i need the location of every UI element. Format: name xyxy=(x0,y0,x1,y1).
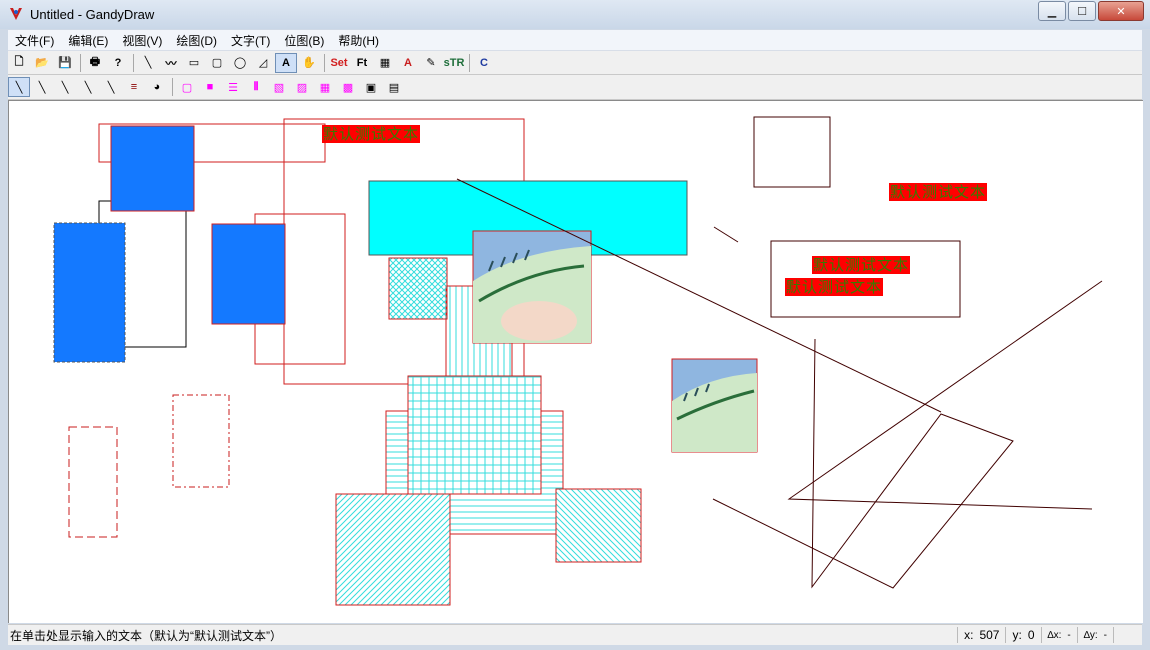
status-dy: ∆y: - xyxy=(1076,627,1113,643)
bitmap-fill-icon[interactable]: ▣ xyxy=(360,77,382,97)
title-bar: Untitled - GandyDraw ▁ ☐ ✕ xyxy=(0,0,1150,29)
menu-text[interactable]: 文字(T) xyxy=(224,32,277,49)
line-width-icon[interactable]: ≡ xyxy=(123,77,145,97)
status-y: y: 0 xyxy=(1005,627,1040,643)
hatch-fdiagonal-icon[interactable]: ▧ xyxy=(268,77,290,97)
status-dx: ∆x: - xyxy=(1040,627,1077,643)
line-dashdotdot-icon[interactable]: ╲ xyxy=(100,77,122,97)
toolbar-separator xyxy=(324,53,325,72)
drawing-canvas[interactable]: 默认测试文本 默认测试文本 默认测试文本 默认测试文本 xyxy=(8,100,1143,623)
hatch-horizontal-icon[interactable]: ☰ xyxy=(222,77,244,97)
menu-bitmap[interactable]: 位图(B) xyxy=(277,32,331,49)
rectangle-tool-icon[interactable]: ▭ xyxy=(183,53,205,73)
dashed-rect xyxy=(68,426,118,538)
window-title: Untitled - GandyDraw xyxy=(30,7,155,22)
hatch-cross-icon[interactable]: ▦ xyxy=(314,77,336,97)
bitmap-image xyxy=(671,358,758,453)
dx-value: - xyxy=(1067,629,1071,641)
dx-label: ∆x: xyxy=(1047,629,1062,641)
hatch-bdiagonal-icon[interactable]: ▨ xyxy=(291,77,313,97)
hatch-cross-fill xyxy=(407,375,542,495)
main-toolbar: 🗋 📂 💾 🖶? ╲ 〰 ▭ ▢ ◯ ◿ A ✋ Set Ft ▦ A ✎ sTR C xyxy=(8,51,1142,75)
canvas-text: 默认测试文本 xyxy=(812,256,911,274)
line-dashdot-icon[interactable]: ╲ xyxy=(77,77,99,97)
color-picker-icon[interactable]: ◕ xyxy=(146,77,168,97)
y-value: 0 xyxy=(1027,628,1035,642)
text-color-icon[interactable]: A xyxy=(397,53,419,73)
blue-rect xyxy=(110,125,195,212)
x-label: x: xyxy=(964,628,974,642)
polygon-tool-icon[interactable]: ◿ xyxy=(252,53,274,73)
resize-grip-icon[interactable] xyxy=(1113,627,1142,643)
help-icon[interactable]: ? xyxy=(107,53,129,73)
blue-rect xyxy=(211,223,286,325)
menu-file[interactable]: 文件(F) xyxy=(8,32,61,49)
style-toolbar: ╲ ╲ ╲ ╲ ╲ ≡ ◕ ▢ ■ ☰ ⦀ ▧ ▨ ▦ ▩ ▣ ▤ xyxy=(8,75,1142,100)
open-folder-icon[interactable]: 📂 xyxy=(31,53,53,73)
line-tool-icon[interactable]: ╲ xyxy=(137,53,159,73)
menu-bar: 文件(F) 编辑(E) 视图(V) 绘图(D) 文字(T) 位图(B) 帮助(H… xyxy=(8,30,1142,51)
polyline xyxy=(712,338,1014,589)
maximize-button[interactable]: ☐ xyxy=(1068,1,1096,21)
x-value: 507 xyxy=(979,628,1000,642)
minimize-button[interactable]: ▁ xyxy=(1038,1,1066,21)
close-button[interactable]: ✕ xyxy=(1098,1,1144,21)
fill-settings-icon[interactable]: ▤ xyxy=(383,77,405,97)
save-icon[interactable]: 💾 xyxy=(54,53,76,73)
font-icon[interactable]: Ft xyxy=(351,53,373,73)
y-label: y: xyxy=(1012,628,1022,642)
polyline xyxy=(787,280,1103,510)
status-message: 在单击处显示输入的文本（默认为“默认测试文本”） xyxy=(10,628,282,643)
hatch-fdiagonal-fill xyxy=(335,493,451,606)
new-file-icon[interactable]: 🗋 xyxy=(8,53,30,73)
string-icon[interactable]: sTR xyxy=(443,53,465,73)
text-style-icon[interactable]: ✎ xyxy=(420,53,442,73)
bitmap-icon[interactable]: ▦ xyxy=(374,53,396,73)
canvas-text: 默认测试文本 xyxy=(322,125,421,143)
canvas-text: 默认测试文本 xyxy=(889,183,988,201)
hatch-diagcross-icon[interactable]: ▩ xyxy=(337,77,359,97)
text-tool-icon[interactable]: A xyxy=(275,52,297,73)
clear-icon[interactable]: C xyxy=(473,53,495,73)
menu-help[interactable]: 帮助(H) xyxy=(331,32,386,49)
toolbar-separator xyxy=(469,53,470,72)
dy-value: - xyxy=(1103,629,1107,641)
max-icon: ☐ xyxy=(1077,5,1087,18)
menu-draw[interactable]: 绘图(D) xyxy=(169,32,224,49)
ellipse-tool-icon[interactable]: ◯ xyxy=(229,53,251,73)
set-text-icon[interactable]: Set xyxy=(328,53,350,73)
fill-none-icon[interactable]: ▢ xyxy=(176,77,198,97)
canvas-text: 默认测试文本 xyxy=(785,278,884,296)
line-dash-icon[interactable]: ╲ xyxy=(31,77,53,97)
app-icon xyxy=(10,8,22,20)
rounded-rect-tool-icon[interactable]: ▢ xyxy=(206,53,228,73)
toolbar-separator xyxy=(172,78,173,96)
outline-rect xyxy=(753,116,831,188)
select-tool-icon[interactable]: ✋ xyxy=(298,53,320,73)
min-icon: ▁ xyxy=(1047,5,1057,18)
hatch-diagcross-rect xyxy=(388,257,448,320)
line xyxy=(713,226,739,243)
hatch-bdiagonal-fill xyxy=(555,488,642,563)
status-x: x: 507 xyxy=(957,627,1005,643)
blue-rect xyxy=(53,222,126,363)
bitmap-image xyxy=(472,230,592,344)
line-solid-icon[interactable]: ╲ xyxy=(8,77,30,97)
close-icon: ✕ xyxy=(1116,5,1126,18)
canvas-drawing xyxy=(53,116,1103,606)
dashdot-rect xyxy=(172,394,230,488)
toolbar-separator xyxy=(133,53,134,72)
menu-edit[interactable]: 编辑(E) xyxy=(61,32,115,49)
toolbar-separator xyxy=(80,53,81,72)
hatch-vertical-icon[interactable]: ⦀ xyxy=(245,77,267,97)
polyline-tool-icon[interactable]: 〰 xyxy=(160,53,182,73)
dy-label: ∆y: xyxy=(1083,629,1098,641)
line-dot-icon[interactable]: ╲ xyxy=(54,77,76,97)
fill-solid-icon[interactable]: ■ xyxy=(199,77,221,97)
print-icon[interactable]: 🖶 xyxy=(84,53,106,73)
status-bar: 在单击处显示输入的文本（默认为“默认测试文本”） x: 507 y: 0 ∆x: - … xyxy=(8,624,1142,645)
menu-view[interactable]: 视图(V) xyxy=(115,32,169,49)
